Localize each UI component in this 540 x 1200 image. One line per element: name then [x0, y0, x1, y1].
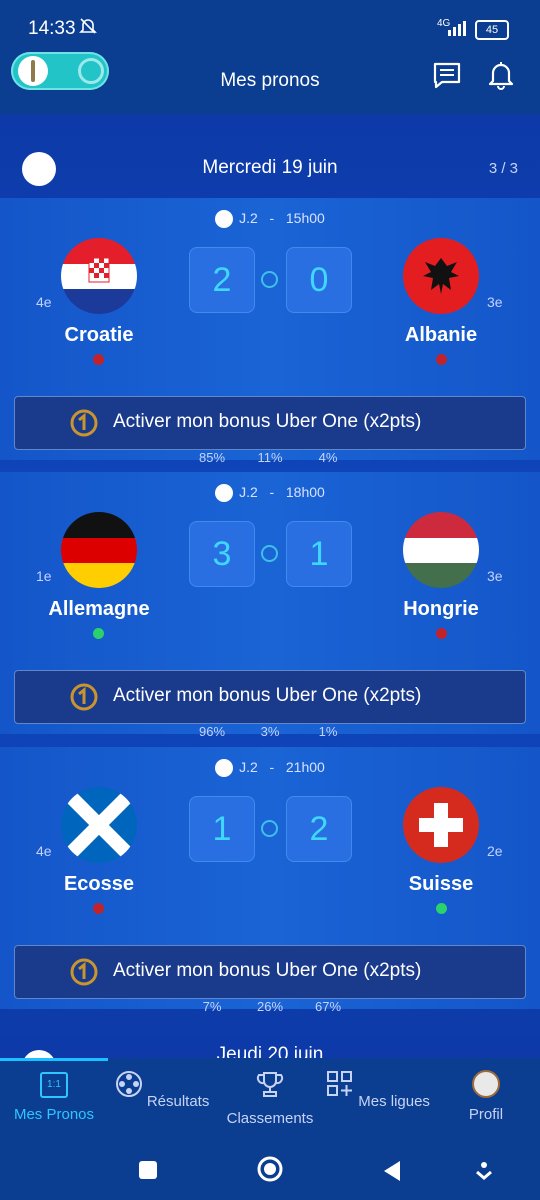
away-score[interactable]: 1 [286, 521, 352, 587]
status-bar: 14:33 4G 45 [0, 0, 540, 44]
signal-icon [448, 21, 466, 36]
home-team: Ecosse [63, 873, 135, 895]
pct-away: 4% [318, 450, 338, 465]
match-count: 3 / 3 [488, 160, 518, 177]
pct-draw: 26% [256, 999, 284, 1014]
day-header: Mercredi 19 juin 3 / 3 [0, 114, 540, 198]
pct-home: 96% [198, 724, 226, 739]
pct-draw: 11% [257, 450, 283, 465]
home-status-icon [93, 903, 104, 914]
away-team: Hongrie [403, 598, 479, 620]
bonus-label: Activer mon bonus Uber One (x2pts) [113, 685, 422, 706]
pct-away: 67% [314, 999, 342, 1014]
film-reel-icon [115, 1071, 142, 1097]
home-rank: 1e [36, 568, 52, 584]
day-label: Mercredi 19 juin [202, 157, 338, 178]
chat-icon[interactable] [432, 60, 462, 90]
uber-one-icon [70, 409, 98, 437]
bonus-button[interactable]: Activer mon bonus Uber One (x2pts) [14, 670, 526, 724]
albania-flag-icon [403, 238, 479, 314]
bonus-button[interactable]: Activer mon bonus Uber One (x2pts) [14, 396, 526, 450]
hungary-flag-icon [403, 512, 479, 588]
away-rank: 3e [487, 294, 503, 310]
away-team: Suisse [408, 873, 474, 895]
pct-home: 85% [198, 450, 226, 465]
home-status-icon [93, 628, 104, 639]
check-icon [261, 271, 278, 288]
croatia-flag-icon [61, 238, 137, 314]
home-team: Croatie [64, 324, 134, 346]
home-status-icon [93, 354, 104, 365]
bottom-nav: 1:1 Mes Pronos Résultats Classements Mes… [0, 1058, 540, 1142]
pct-draw: 3% [260, 724, 280, 739]
home-team: Allemagne [48, 598, 150, 620]
match-meta: J.2 - 21h00 [0, 759, 540, 778]
avatar-icon [472, 1070, 500, 1098]
check-icon [261, 545, 278, 562]
grid-plus-icon [327, 1071, 353, 1096]
bonus-label: Activer mon bonus Uber One (x2pts) [113, 960, 422, 981]
uber-one-icon [70, 958, 98, 986]
check-icon [261, 820, 278, 837]
home-rank: 4e [36, 294, 52, 310]
system-nav-bar [0, 1142, 540, 1200]
euro-emblem-icon [215, 210, 234, 229]
recents-button[interactable] [138, 1160, 158, 1180]
away-rank: 3e [487, 568, 503, 584]
active-tab-indicator [0, 1058, 108, 1061]
match-meta: J.2 - 15h00 [0, 210, 540, 229]
next-day-label: Jeudi 20 juin [216, 1044, 324, 1058]
home-score[interactable]: 2 [189, 247, 255, 313]
scotland-flag-icon [61, 787, 137, 863]
home-button[interactable] [256, 1155, 284, 1183]
away-status-icon [436, 628, 447, 639]
germany-flag-icon [61, 512, 137, 588]
bell-icon[interactable] [487, 60, 515, 90]
away-score[interactable]: 2 [286, 796, 352, 862]
away-status-icon [436, 903, 447, 914]
status-time: 14:33 [28, 18, 76, 39]
home-score[interactable]: 3 [189, 521, 255, 587]
pct-home: 7% [202, 999, 222, 1014]
pronos-icon: 1:1 [40, 1070, 68, 1098]
back-button[interactable] [382, 1160, 402, 1182]
euro-emblem-icon [215, 759, 234, 778]
home-rank: 4e [36, 843, 52, 859]
trophy-icon [256, 1072, 284, 1097]
bonus-label: Activer mon bonus Uber One (x2pts) [113, 411, 422, 432]
away-status-icon [436, 354, 447, 365]
battery-level: 45 [475, 20, 509, 40]
tab-mes-pronos[interactable]: 1:1 Mes Pronos [0, 1070, 108, 1123]
match-meta: J.2 - 18h00 [0, 484, 540, 503]
tab-resultats[interactable]: Résultats [108, 1070, 216, 1110]
tab-classements[interactable]: Classements [216, 1070, 324, 1127]
switzerland-flag-icon [403, 787, 479, 863]
tab-profil[interactable]: Profil [432, 1070, 540, 1123]
keyboard-hide-icon[interactable] [474, 1160, 494, 1182]
pct-away: 1% [318, 724, 338, 739]
away-team: Albanie [404, 324, 478, 346]
uber-one-icon [70, 683, 98, 711]
notifications-muted-icon [79, 18, 97, 34]
bonus-button[interactable]: Activer mon bonus Uber One (x2pts) [14, 945, 526, 999]
home-score[interactable]: 1 [189, 796, 255, 862]
away-rank: 2e [487, 843, 503, 859]
predictions-list[interactable]: Mercredi 19 juin 3 / 3 J.2 - 15h00 4e Cr… [0, 114, 540, 1058]
euro-emblem-icon [215, 484, 234, 503]
tab-mes-ligues[interactable]: Mes ligues [324, 1070, 432, 1110]
away-score[interactable]: 0 [286, 247, 352, 313]
